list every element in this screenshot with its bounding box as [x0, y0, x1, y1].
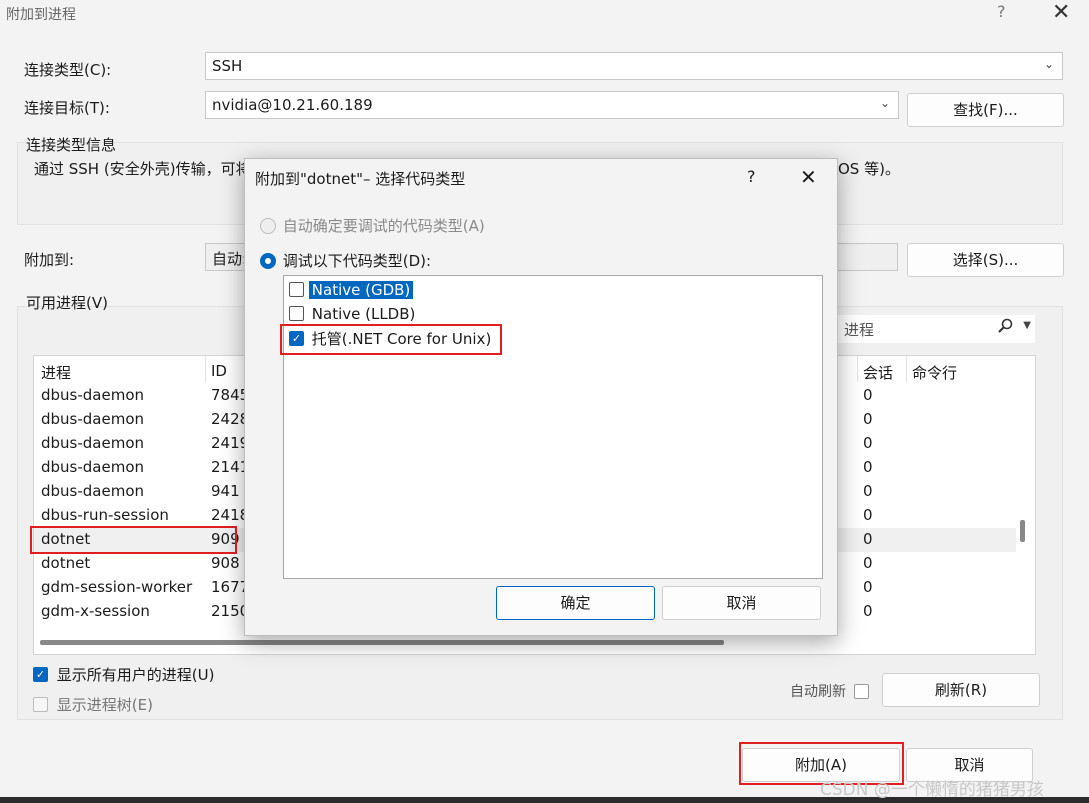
vertical-scrollbar-thumb[interactable] — [1020, 520, 1025, 542]
auto-code-type-radio[interactable] — [260, 217, 276, 234]
dialog-help-button[interactable]: ? — [747, 167, 756, 186]
connection-type-value: SSH — [212, 57, 243, 75]
dialog-ok-button[interactable]: 确定 — [496, 586, 655, 620]
find-button[interactable]: 查找(F)... — [907, 93, 1064, 127]
available-processes-label: 可用进程(V) — [26, 294, 108, 312]
connection-target-combo[interactable]: nvidia@10.21.60.189 ⌄ — [205, 91, 899, 119]
connection-target-label: 连接目标(T): — [24, 99, 110, 117]
show-tree-checkbox[interactable] — [33, 697, 48, 712]
manual-code-type-option[interactable]: 调试以下代码类型(D): — [260, 250, 431, 271]
auto-code-type-option[interactable]: 自动确定要调试的代码类型(A) — [260, 215, 485, 236]
column-divider — [857, 356, 858, 382]
attach-to-label: 附加到: — [24, 251, 75, 269]
chevron-down-icon: ⌄ — [1043, 57, 1054, 71]
horizontal-scrollbar-thumb[interactable] — [40, 640, 724, 645]
dialog-title: 附加到"dotnet"– 选择代码类型 — [255, 170, 466, 188]
highlight-box — [280, 324, 502, 355]
chevron-down-icon[interactable]: ▼ — [1023, 320, 1031, 331]
dialog-cancel-button[interactable]: 取消 — [662, 586, 821, 620]
close-button[interactable]: ✕ — [1052, 0, 1070, 25]
select-button[interactable]: 选择(S)... — [907, 243, 1064, 277]
connection-info-text: 通过 SSH (安全外壳)传输，可将 — [34, 160, 251, 178]
help-button[interactable]: ? — [997, 2, 1006, 21]
column-divider — [906, 356, 907, 382]
auto-code-type-label: 自动确定要调试的代码类型(A) — [282, 217, 485, 235]
refresh-button[interactable]: 刷新(R) — [882, 673, 1040, 707]
dialog-close-button[interactable]: ✕ — [800, 165, 817, 189]
sort-ascending-icon: ^ — [116, 355, 127, 366]
native-lldb-checkbox[interactable] — [289, 306, 304, 321]
connection-info-text-tail: OS 等)。 — [838, 160, 900, 178]
attach-to-value: 自动: — [212, 250, 248, 268]
chevron-down-icon: ⌄ — [879, 96, 890, 110]
process-filter-input[interactable]: 进程 ▼ — [820, 315, 1035, 343]
show-tree-option[interactable]: 显示进程树(E) — [33, 694, 153, 715]
native-gdb-checkbox[interactable] — [289, 282, 304, 297]
show-tree-label: 显示进程树(E) — [56, 696, 153, 714]
search-icon[interactable] — [997, 318, 1013, 338]
connection-target-value: nvidia@10.21.60.189 — [212, 96, 373, 114]
show-all-users-option[interactable]: ✓ 显示所有用户的进程(U) — [33, 664, 214, 685]
manual-code-type-radio[interactable] — [260, 252, 276, 269]
auto-refresh-option[interactable]: 自动刷新 — [790, 681, 870, 701]
native-gdb-label: Native (GDB) — [308, 280, 414, 299]
native-lldb-label: Native (LLDB) — [311, 304, 416, 323]
auto-refresh-label: 自动刷新 — [790, 684, 846, 700]
auto-refresh-checkbox[interactable] — [854, 683, 870, 699]
column-divider — [205, 356, 206, 382]
highlight-box — [30, 526, 237, 554]
connection-info-title: 连接类型信息 — [26, 136, 117, 154]
code-type-list[interactable]: Native (GDB) Native (LLDB) ✓ 托管(.NET Cor… — [280, 275, 823, 579]
show-all-users-checkbox[interactable]: ✓ — [33, 667, 48, 682]
connection-type-label: 连接类型(C): — [24, 61, 112, 79]
code-type-dialog: 附加到"dotnet"– 选择代码类型 ? ✕ 自动确定要调试的代码类型(A) … — [244, 158, 838, 636]
connection-type-select[interactable]: SSH ⌄ — [205, 52, 1063, 80]
manual-code-type-label: 调试以下代码类型(D): — [282, 252, 432, 270]
window-title: 附加到进程 — [6, 7, 76, 23]
watermark: CSDN @一个懒惰的猪猪男孩 — [820, 780, 1044, 800]
code-type-item-native-gdb[interactable]: Native (GDB) — [289, 280, 414, 299]
code-type-item-native-lldb[interactable]: Native (LLDB) — [289, 304, 418, 323]
show-all-users-label: 显示所有用户的进程(U) — [56, 666, 215, 684]
